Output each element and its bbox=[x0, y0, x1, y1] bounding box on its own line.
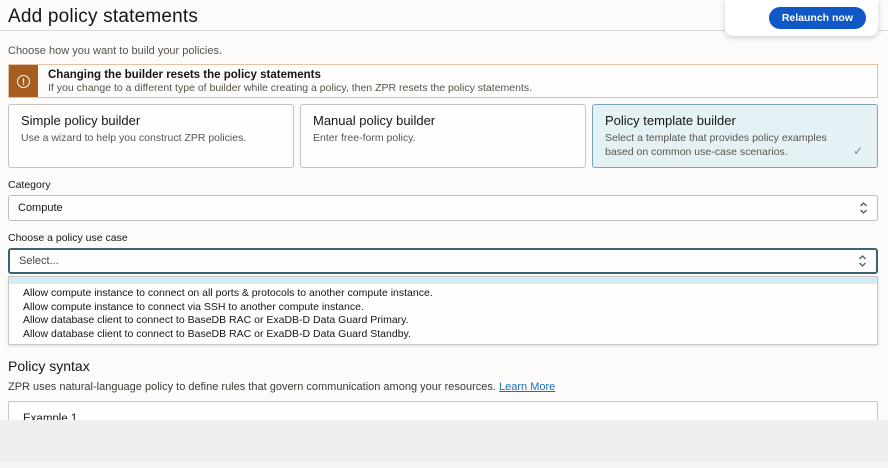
warning-icon-block: ! bbox=[9, 65, 38, 97]
use-case-label: Choose a policy use case bbox=[8, 232, 878, 244]
dropdown-option[interactable]: Allow database client to connect to Base… bbox=[9, 327, 877, 341]
card-description: Enter free-form policy. bbox=[313, 132, 573, 146]
dropdown-option[interactable]: Allow compute instance to connect via SS… bbox=[9, 300, 877, 314]
use-case-dropdown: Allow compute instance to connect on all… bbox=[8, 276, 878, 345]
page-footer-area bbox=[0, 420, 888, 468]
card-simple-policy-builder[interactable]: Simple policy builder Use a wizard to he… bbox=[8, 104, 294, 168]
warning-body: If you change to a different type of bui… bbox=[48, 82, 532, 94]
category-select[interactable]: Compute bbox=[8, 195, 878, 221]
warning-icon: ! bbox=[17, 75, 30, 88]
relaunch-popup: Relaunch now bbox=[725, 0, 878, 36]
footer-light-strip bbox=[0, 462, 888, 468]
dropdown-option[interactable]: Allow compute instance to connect on all… bbox=[9, 286, 877, 300]
card-policy-template-builder[interactable]: Policy template builder Select a templat… bbox=[592, 104, 878, 168]
category-label: Category bbox=[8, 179, 878, 191]
learn-more-link[interactable]: Learn More bbox=[499, 381, 555, 393]
card-title: Manual policy builder bbox=[313, 113, 573, 128]
warning-title: Changing the builder resets the policy s… bbox=[48, 69, 532, 81]
use-case-select-placeholder: Select... bbox=[19, 255, 59, 267]
builder-choice-subtitle: Choose how you want to build your polici… bbox=[8, 45, 878, 57]
add-policy-statements-page: Add policy statements Choose how you wan… bbox=[0, 0, 888, 468]
policy-syntax-description: ZPR uses natural-language policy to defi… bbox=[8, 381, 878, 393]
use-case-select[interactable]: Select... bbox=[8, 248, 878, 274]
card-description: Select a template that provides policy e… bbox=[605, 132, 865, 159]
chevron-up-down-icon bbox=[859, 201, 868, 215]
card-manual-policy-builder[interactable]: Manual policy builder Enter free-form po… bbox=[300, 104, 586, 168]
warning-banner: ! Changing the builder resets the policy… bbox=[8, 64, 878, 98]
category-select-value: Compute bbox=[18, 202, 63, 214]
dropdown-option[interactable]: Allow database client to connect to Base… bbox=[9, 313, 877, 327]
policy-syntax-heading: Policy syntax bbox=[8, 358, 878, 374]
relaunch-now-button[interactable]: Relaunch now bbox=[769, 7, 866, 29]
card-title: Policy template builder bbox=[605, 113, 865, 128]
card-title: Simple policy builder bbox=[21, 113, 281, 128]
chevron-up-down-icon bbox=[858, 254, 867, 268]
check-icon: ✓ bbox=[853, 144, 863, 158]
dropdown-selected-highlight bbox=[9, 277, 877, 284]
policy-syntax-description-text: ZPR uses natural-language policy to defi… bbox=[8, 381, 496, 393]
builder-cards: Simple policy builder Use a wizard to he… bbox=[8, 104, 878, 168]
card-description: Use a wizard to help you construct ZPR p… bbox=[21, 132, 281, 146]
